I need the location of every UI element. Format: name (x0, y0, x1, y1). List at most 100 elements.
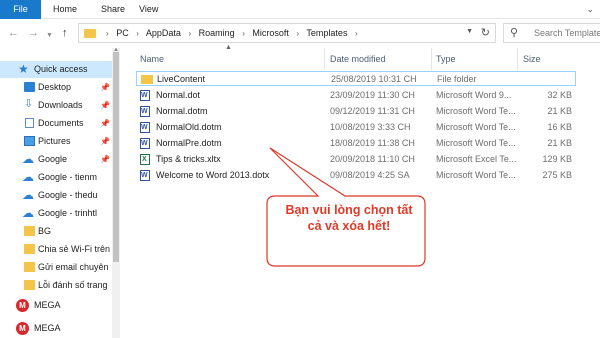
sidebar-item-gui-email[interactable]: Gửi email chuyên (0, 259, 112, 276)
cloud-icon: ☁ (22, 188, 34, 202)
file-date: 20/09/2018 11:10 CH (330, 154, 415, 164)
column-header-name[interactable]: Name (140, 48, 164, 70)
sidebar-item-google-thedu[interactable]: ☁ Google - thedu (0, 187, 112, 204)
column-divider[interactable] (517, 48, 518, 70)
sidebar-item-google-trinhtl[interactable]: ☁ Google - trinhtl (0, 205, 112, 222)
file-type: Microsoft Word Te... (436, 122, 516, 132)
sidebar-item-mega[interactable]: M MEGA (0, 297, 112, 314)
file-size: 21 KB (547, 138, 572, 148)
sidebar-item-label: Downloads (38, 100, 83, 110)
address-bar[interactable]: › PC › AppData › Roaming › Microsoft › T… (78, 23, 496, 43)
sidebar-item-pictures[interactable]: Pictures 📌 (0, 133, 112, 150)
tab-file[interactable]: File (0, 0, 41, 19)
file-row[interactable]: Normal.dot 23/09/2019 11:30 CH Microsoft… (136, 88, 576, 103)
folder-icon (24, 244, 35, 254)
sidebar-item-label: Google (38, 154, 68, 164)
search-box[interactable]: ⚲ Search Templates (503, 23, 600, 43)
documents-icon (25, 118, 34, 128)
forward-arrow-icon[interactable]: → (28, 26, 39, 40)
sidebar-item-label: Documents (38, 118, 84, 128)
column-header-type[interactable]: Type (436, 48, 456, 70)
file-type: Microsoft Word Te... (436, 170, 516, 180)
pin-icon: 📌 (100, 83, 110, 92)
file-name: Normal.dotm (156, 106, 208, 116)
sidebar-item-label: MEGA (34, 300, 61, 310)
folder-icon (141, 75, 153, 84)
search-icon: ⚲ (510, 27, 519, 39)
breadcrumb-pc[interactable]: PC (116, 28, 129, 38)
word-file-icon (140, 136, 150, 151)
callout-text: Bạn vui lòng chọn tất cả và xóa hết! (274, 202, 424, 234)
sidebar-item-label: BG (38, 226, 52, 236)
file-type: File folder (437, 74, 477, 84)
file-name: Normal.dot (156, 90, 201, 100)
sidebar-item-downloads[interactable]: ⇩ Downloads 📌 (0, 97, 112, 114)
file-date: 10/08/2019 3:33 CH (330, 122, 411, 132)
sidebar-item-chia-se-wifi[interactable]: Chia sẻ Wi-Fi trên (0, 241, 112, 258)
sidebar-scrollbar[interactable]: ▲ (112, 47, 120, 338)
excel-file-icon (140, 152, 150, 167)
address-dropdown-icon[interactable]: ▼ (466, 28, 473, 35)
sidebar-item-desktop[interactable]: Desktop 📌 (0, 79, 112, 96)
back-arrow-icon[interactable]: ← (8, 26, 19, 40)
file-row[interactable]: LiveContent 25/08/2019 10:31 CH File fol… (136, 71, 576, 86)
file-row[interactable]: Tips & tricks.xltx 20/09/2018 11:10 CH M… (136, 152, 576, 167)
tab-share[interactable]: Share (101, 0, 125, 19)
sidebar-item-label: MEGA (34, 323, 61, 333)
chevron-right-icon[interactable]: › (188, 29, 191, 38)
file-name: NormalPre.dotm (156, 138, 222, 148)
refresh-icon[interactable]: ↻ (481, 26, 490, 39)
column-divider[interactable] (431, 48, 432, 70)
sidebar-item-quick-access[interactable]: ★ Quick access (0, 61, 112, 78)
word-file-icon (140, 104, 150, 119)
sidebar-item-mega-2[interactable]: M MEGA (0, 320, 112, 337)
sidebar-item-label: Desktop (38, 82, 72, 92)
download-icon: ⇩ (24, 98, 34, 110)
file-type: Microsoft Word Te... (436, 106, 516, 116)
sidebar-item-loi-danh-so[interactable]: Lỗi đánh số trang (0, 277, 112, 294)
sidebar-item-google-tienm[interactable]: ☁ Google - tienm (0, 169, 112, 186)
file-name: Tips & tricks.xltx (156, 154, 221, 164)
folder-icon (24, 280, 35, 290)
breadcrumb-templates[interactable]: Templates (306, 28, 347, 38)
callout-line-2: cả và xóa hết! (307, 219, 391, 233)
file-row[interactable]: Welcome to Word 2013.dotx 09/08/2019 4:2… (136, 168, 576, 183)
recent-locations-chevron-icon[interactable]: ▼ (46, 29, 53, 43)
pictures-icon (24, 136, 35, 146)
sidebar-item-google[interactable]: ☁ Google 📌 (0, 151, 112, 168)
sort-ascending-icon: ▲ (225, 44, 232, 51)
ribbon-tabs: File Home Share View ⌄ (0, 0, 600, 19)
column-header-size[interactable]: Size (523, 48, 541, 70)
cloud-icon: ☁ (22, 152, 34, 166)
breadcrumb-roaming[interactable]: Roaming (199, 28, 235, 38)
sidebar-item-bg[interactable]: BG (0, 223, 112, 240)
file-name: LiveContent (157, 74, 206, 84)
tab-view[interactable]: View (139, 0, 158, 19)
chevron-right-icon[interactable]: › (296, 29, 299, 38)
chevron-right-icon[interactable]: › (242, 29, 245, 38)
breadcrumb-microsoft[interactable]: Microsoft (252, 28, 289, 38)
expand-ribbon-icon[interactable]: ⌄ (586, 4, 594, 15)
sidebar-item-label: Google - tienm (38, 172, 98, 182)
chevron-right-icon[interactable]: › (136, 29, 139, 38)
pin-icon: 📌 (100, 101, 110, 110)
column-divider[interactable] (324, 48, 325, 70)
up-arrow-icon[interactable]: ↑ (62, 26, 68, 40)
desktop-icon (24, 82, 35, 92)
pin-icon: 📌 (100, 155, 110, 164)
tab-home[interactable]: Home (53, 0, 77, 19)
column-header-date[interactable]: Date modified (330, 48, 386, 70)
file-row[interactable]: NormalPre.dotm 18/08/2019 11:38 CH Micro… (136, 136, 576, 151)
file-date: 23/09/2019 11:30 CH (330, 90, 415, 100)
word-file-icon (140, 168, 150, 183)
sidebar-item-label: Google - thedu (38, 190, 98, 200)
chevron-right-icon[interactable]: › (355, 29, 358, 38)
file-date: 09/08/2019 4:25 SA (330, 170, 410, 180)
breadcrumb-appdata[interactable]: AppData (146, 28, 181, 38)
file-row[interactable]: Normal.dotm 09/12/2019 11:31 CH Microsof… (136, 104, 576, 119)
sidebar-item-documents[interactable]: Documents 📌 (0, 115, 112, 132)
sidebar-item-label: Quick access (34, 64, 88, 74)
sidebar-item-label: Chia sẻ Wi-Fi trên (38, 244, 111, 254)
scrollbar-thumb[interactable] (113, 52, 119, 262)
file-row[interactable]: NormalOld.dotm 10/08/2019 3:33 CH Micros… (136, 120, 576, 135)
